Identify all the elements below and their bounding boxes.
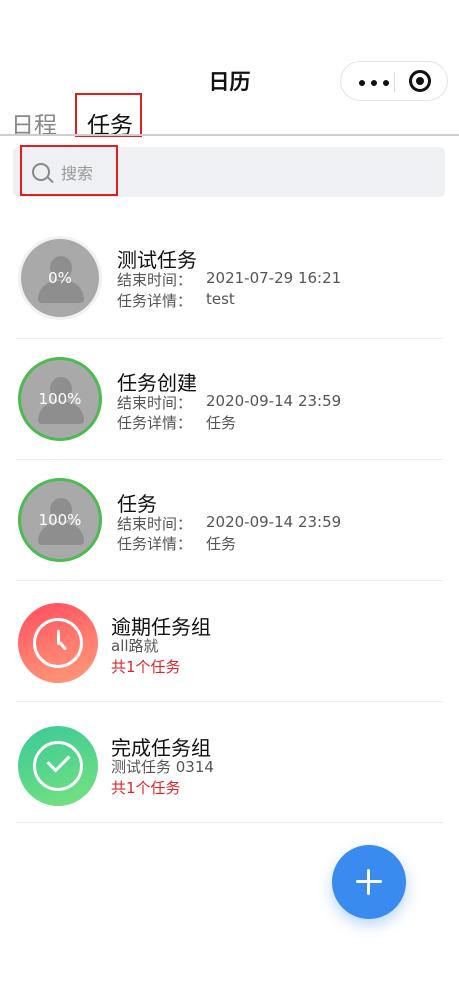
task-avatar: 0% bbox=[18, 236, 102, 320]
add-task-button[interactable] bbox=[332, 845, 406, 919]
row-separator bbox=[16, 822, 443, 823]
task-end-label: 结束时间： bbox=[117, 271, 193, 289]
overdue-group-icon bbox=[18, 603, 98, 683]
task-progress: 100% bbox=[38, 390, 82, 408]
tab-underline bbox=[0, 134, 459, 136]
tab-tasks-highlight bbox=[75, 93, 142, 137]
clock-icon bbox=[33, 618, 83, 668]
task-detail-label: 任务详情： bbox=[117, 535, 193, 553]
task-detail-label: 任务详情： bbox=[117, 414, 193, 432]
group-count: 共1个任务 bbox=[111, 658, 181, 676]
completed-group-icon bbox=[18, 726, 98, 806]
task-avatar: 100% bbox=[18, 478, 102, 562]
task-detail: test bbox=[206, 290, 235, 308]
task-detail: 任务 bbox=[206, 535, 237, 553]
group-row-completed[interactable]: 完成任务组 测试任务 0314 共1个任务 bbox=[0, 702, 459, 823]
task-end-time: 2020-09-14 23:59 bbox=[206, 513, 342, 531]
group-row-overdue[interactable]: 逾期任务组 all路就 共1个任务 bbox=[0, 581, 459, 702]
search-highlight bbox=[20, 145, 118, 196]
task-detail-label: 任务详情： bbox=[117, 292, 193, 310]
task-row[interactable]: 0% 测试任务 结束时间： 2021-07-29 16:21 任务详情： tes… bbox=[0, 218, 459, 339]
task-end-label: 结束时间： bbox=[117, 515, 193, 533]
capsule-divider bbox=[394, 72, 395, 92]
task-end-time: 2020-09-14 23:59 bbox=[206, 392, 342, 410]
task-end-time: 2021-07-29 16:21 bbox=[206, 269, 342, 287]
capsule-menu bbox=[340, 61, 448, 101]
task-progress: 0% bbox=[48, 269, 72, 287]
check-icon bbox=[33, 741, 83, 791]
group-count: 共1个任务 bbox=[111, 779, 181, 797]
group-subtitle: 测试任务 0314 bbox=[111, 758, 214, 776]
task-row[interactable]: 100% 任务创建 结束时间： 2020-09-14 23:59 任务详情： 任… bbox=[0, 339, 459, 460]
task-avatar: 100% bbox=[18, 357, 102, 441]
task-end-label: 结束时间： bbox=[117, 394, 193, 412]
more-icon[interactable] bbox=[359, 80, 389, 86]
task-detail: 任务 bbox=[206, 414, 237, 432]
group-subtitle: all路就 bbox=[111, 637, 159, 655]
task-progress: 100% bbox=[38, 511, 82, 529]
close-target-icon[interactable] bbox=[409, 70, 431, 92]
task-row[interactable]: 100% 任务 结束时间： 2020-09-14 23:59 任务详情： 任务 bbox=[0, 460, 459, 581]
